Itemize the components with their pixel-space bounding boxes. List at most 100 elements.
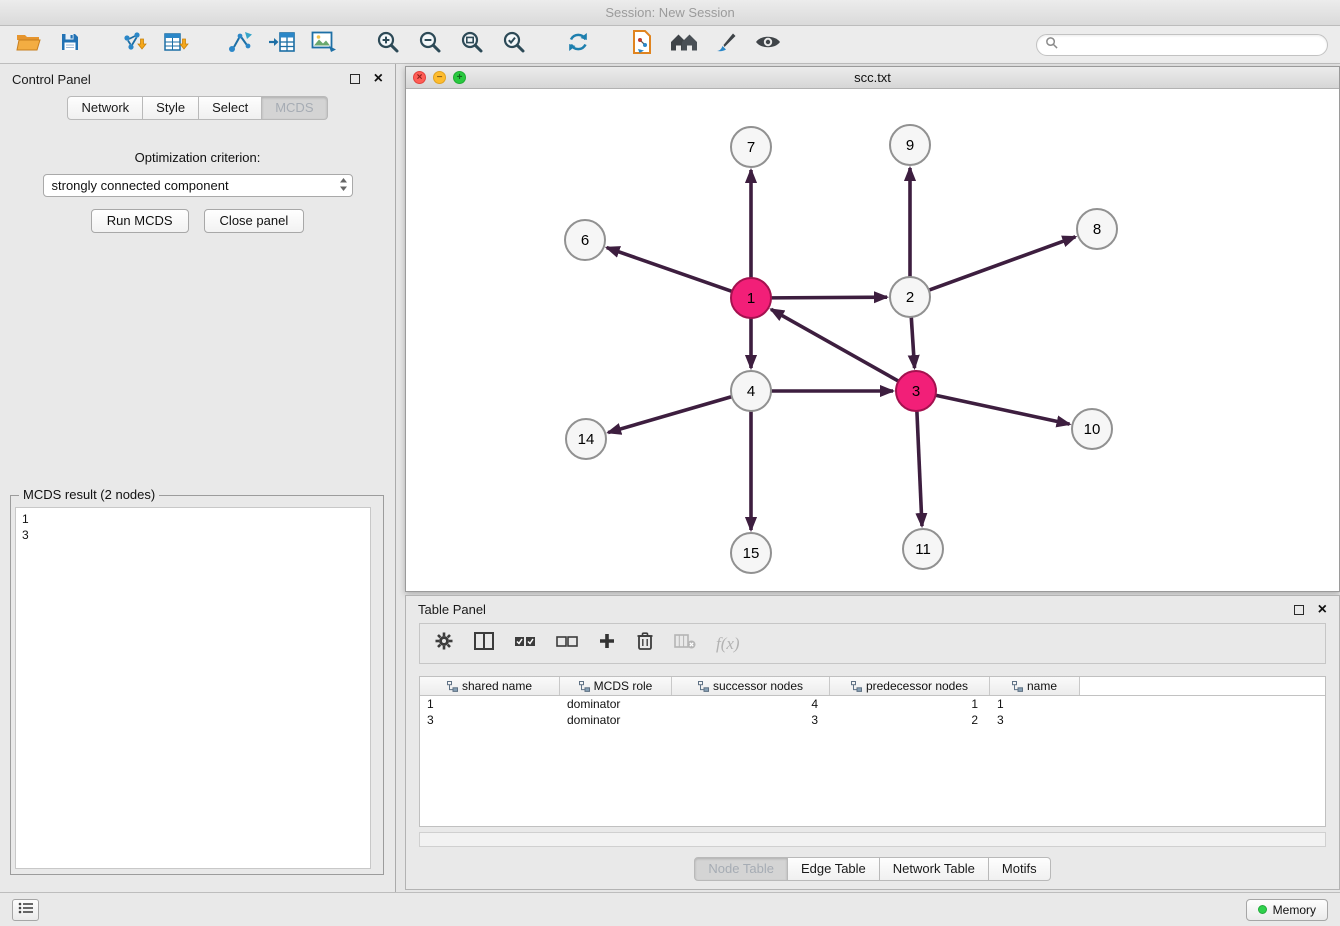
graph-node-4[interactable]: 4 [731,371,771,411]
control-panel-tabbar: NetworkStyleSelectMCDS [0,94,395,126]
new-table-button[interactable] [266,30,298,60]
network-canvas[interactable]: 7 9 6 8 1 2 4 3 14 10 15 11 [406,89,1339,591]
new-network-button[interactable] [224,30,256,60]
table-cell: dominator [560,712,672,728]
horizontal-scrollbar[interactable] [419,832,1326,847]
table-panel-header: Table Panel × [406,596,1339,623]
criterion-dropdown[interactable]: strongly connected component [43,174,353,197]
close-window-button[interactable]: × [413,71,426,84]
float-panel-icon[interactable] [350,74,360,84]
mcds-result-title: MCDS result (2 nodes) [19,487,159,502]
zoom-window-button[interactable]: + [453,71,466,84]
refresh-view-button[interactable] [562,30,594,60]
show-columns-button[interactable] [474,629,494,659]
search-input[interactable] [1063,38,1319,52]
table-panel-title: Table Panel [418,602,486,617]
zoom-in-button[interactable] [372,30,404,60]
zoom-fit-button[interactable] [456,30,488,60]
task-history-button[interactable] [12,899,39,921]
close-panel-icon[interactable]: × [374,71,383,87]
export-image-button[interactable] [308,30,340,60]
table-cell: 4 [672,696,830,712]
zoom-out-button[interactable] [414,30,446,60]
export-image-icon [311,31,337,58]
memory-button[interactable]: Memory [1246,899,1328,921]
delete-rows-button[interactable] [636,629,654,659]
graph-node-9[interactable]: 9 [890,125,930,165]
open-file-button[interactable] [12,30,44,60]
graph-edge-3-11[interactable] [917,411,922,526]
apply-style-button[interactable] [710,30,742,60]
add-row-button[interactable] [598,629,616,659]
table-cell: 1 [990,696,1080,712]
table-panel-tabbar: Node TableEdge TableNetwork TableMotifs [406,857,1339,881]
graph-edge-3-10[interactable] [936,395,1070,424]
deselect-all-rows-button[interactable] [556,629,578,659]
graph-node-11[interactable]: 11 [903,529,943,569]
session-home-button[interactable] [668,30,700,60]
column-header-label: predecessor nodes [866,679,968,693]
control-tab-style[interactable]: Style [143,96,199,120]
column-header-successor-nodes[interactable]: successor nodes [672,677,830,695]
import-table-button[interactable] [160,30,192,60]
toolbar-search[interactable] [1036,34,1328,56]
select-all-rows-button[interactable] [514,629,536,659]
table-tab-edge-table[interactable]: Edge Table [788,857,880,881]
column-header-MCDS-role[interactable]: MCDS role [560,677,672,695]
table-float-panel-icon[interactable] [1294,605,1304,615]
graph-edge-1-6[interactable] [607,248,732,292]
graph-node-10[interactable]: 10 [1072,409,1112,449]
network-graph: 7 9 6 8 1 2 4 3 14 10 15 11 [406,89,1339,592]
svg-text:11: 11 [915,541,931,558]
graph-node-3[interactable]: 3 [896,371,936,411]
graph-node-6[interactable]: 6 [565,220,605,260]
function-builder-button[interactable]: f(x) [716,629,740,659]
graph-edge-1-2[interactable] [771,297,887,298]
table-tab-node-table[interactable]: Node Table [694,857,788,881]
zoom-in-icon [376,30,400,59]
import-network-button[interactable] [118,30,150,60]
minimize-window-button[interactable]: − [433,71,446,84]
control-tab-network[interactable]: Network [67,96,143,120]
table-tab-network-table[interactable]: Network Table [880,857,989,881]
column-type-icon [447,681,458,692]
column-header-name[interactable]: name [990,677,1080,695]
graph-edge-3-1[interactable] [771,309,899,381]
column-header-shared-name[interactable]: shared name [420,677,560,695]
control-tab-mcds[interactable]: MCDS [262,96,327,120]
table-settings-button[interactable] [434,629,454,659]
network-window-titlebar[interactable]: scc.txt × − + [406,67,1339,89]
graph-node-15[interactable]: 15 [731,533,771,573]
graph-node-1[interactable]: 1 [731,278,771,318]
svg-text:15: 15 [743,545,760,562]
run-mcds-button[interactable]: Run MCDS [91,209,189,233]
show-hide-graphics-button[interactable] [752,30,784,60]
svg-text:14: 14 [578,431,595,448]
graph-edge-2-3[interactable] [911,317,914,368]
zoom-selected-button[interactable] [498,30,530,60]
close-panel-button[interactable]: Close panel [204,209,305,233]
graph-edge-4-14[interactable] [608,397,732,433]
table-tab-motifs[interactable]: Motifs [989,857,1051,881]
delete-column-button[interactable] [674,629,696,659]
table-row[interactable]: 3dominator323 [420,712,1325,728]
mcds-result-list[interactable]: 13 [15,507,371,869]
control-tab-select[interactable]: Select [199,96,262,120]
graph-edge-2-8[interactable] [929,237,1076,290]
clone-network-button[interactable] [626,30,658,60]
save-session-button[interactable] [54,30,86,60]
delete-column-icon [674,633,696,654]
table-close-panel-icon[interactable]: × [1318,602,1327,618]
graph-node-7[interactable]: 7 [731,127,771,167]
svg-text:9: 9 [906,137,914,154]
graph-node-8[interactable]: 8 [1077,209,1117,249]
style-brush-icon [714,30,738,59]
column-header-predecessor-nodes[interactable]: predecessor nodes [830,677,990,695]
table-row[interactable]: 1dominator411 [420,696,1325,712]
graph-node-2[interactable]: 2 [890,277,930,317]
list-icon [18,901,34,919]
new-table-icon [268,31,296,58]
home-icon [669,31,699,58]
search-icon [1045,36,1058,54]
graph-node-14[interactable]: 14 [566,419,606,459]
